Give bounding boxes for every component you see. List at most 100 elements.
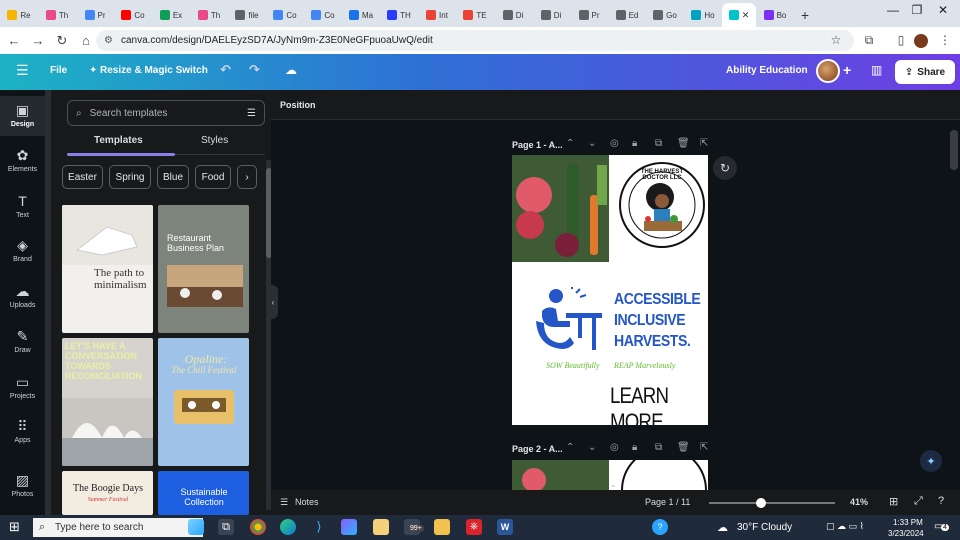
chip-food[interactable]: Food: [195, 165, 231, 189]
delete-page-icon[interactable]: 🗑︎: [677, 138, 690, 149]
browser-menu-icon[interactable]: ⋮: [936, 33, 954, 47]
pages-expand-icon[interactable]: ⌃: [610, 484, 617, 493]
taskbar-search-input[interactable]: ⌕ Type here to search: [33, 518, 203, 537]
new-tab-button[interactable]: +: [794, 3, 816, 27]
browser-tab[interactable]: Pr: [76, 3, 114, 27]
browser-tab[interactable]: Di: [494, 3, 532, 27]
browser-tab[interactable]: Ex: [152, 3, 190, 27]
redo-icon[interactable]: ↷: [249, 62, 260, 78]
chip-easter[interactable]: Easter: [62, 165, 103, 189]
site-info-icon[interactable]: ⚙: [104, 35, 113, 46]
page-down-icon[interactable]: ⌄: [588, 138, 596, 149]
browser-tab[interactable]: Co: [114, 3, 152, 27]
profile-avatar[interactable]: [914, 34, 928, 48]
page-2-title[interactable]: Page 2 - A...: [512, 444, 563, 454]
app-icon-purple[interactable]: [341, 519, 357, 535]
weather-text[interactable]: 30°F Cloudy: [737, 522, 792, 533]
browser-tab[interactable]: Th: [190, 3, 228, 27]
grid-view-icon[interactable]: ⊞: [889, 495, 898, 508]
help-app-icon[interactable]: ?: [652, 519, 668, 535]
zoom-slider-handle[interactable]: [755, 498, 766, 508]
rail-item-design[interactable]: ▣ Design: [0, 96, 45, 136]
avatar[interactable]: [816, 59, 840, 83]
chip-spring[interactable]: Spring: [109, 165, 151, 189]
rail-item-brand[interactable]: ◈ Brand: [0, 231, 45, 271]
browser-tab[interactable]: Pr: [570, 3, 608, 27]
tab-templates[interactable]: Templates: [94, 135, 143, 146]
notes-icon[interactable]: ☰: [280, 497, 288, 508]
page-2-down-icon[interactable]: ⌄: [588, 442, 596, 453]
hide-page-icon[interactable]: ◎: [610, 138, 619, 149]
resize-magic-switch-button[interactable]: Resize & Magic Switch: [100, 65, 208, 76]
page-2-delete-icon[interactable]: 🗑︎: [677, 442, 690, 453]
position-button[interactable]: Position: [280, 100, 316, 110]
help-icon[interactable]: ?: [938, 495, 944, 507]
zoom-percent[interactable]: 41%: [850, 497, 868, 507]
page-2-duplicate-icon[interactable]: ⧉: [655, 442, 662, 453]
rail-item-draw[interactable]: ✎ Draw: [0, 322, 45, 362]
main-menu-icon[interactable]: ☰: [16, 62, 29, 79]
browser-tab[interactable]: Bo: [756, 3, 794, 27]
tab-styles[interactable]: Styles: [201, 135, 228, 146]
browser-tab[interactable]: ✕: [722, 3, 756, 27]
browser-tab[interactable]: Ho: [684, 3, 722, 27]
window-close-icon[interactable]: ✕: [930, 3, 956, 17]
windows-start-icon[interactable]: ⊞: [9, 519, 20, 535]
app-icon-badge[interactable]: 99+: [404, 519, 424, 535]
template-restaurant[interactable]: Restaurant Business Plan: [158, 205, 249, 333]
url-field[interactable]: ⚙ canva.com/design/DAELEyzSD7A/JyNm9m-Z3…: [96, 30, 854, 51]
chrome-app-icon[interactable]: [250, 519, 266, 535]
browser-tab[interactable]: Th: [38, 3, 76, 27]
store-app-icon[interactable]: [373, 519, 389, 535]
page-2-add-icon[interactable]: ⇱: [700, 442, 708, 453]
rail-item-text[interactable]: T Text: [0, 187, 45, 227]
page-2-up-icon[interactable]: ⌃: [566, 442, 574, 453]
add-collaborator-button[interactable]: +: [843, 62, 851, 78]
task-view-icon[interactable]: ⧉: [218, 519, 234, 535]
page-1-canvas[interactable]: THE HARVEST DOCTOR LLC ACCESSIBLE INCLUS…: [512, 155, 708, 425]
browser-tab[interactable]: Co: [266, 3, 304, 27]
browser-tab[interactable]: file: [228, 3, 266, 27]
page-2-lock-icon[interactable]: 🔒︎: [632, 442, 637, 453]
browser-tab[interactable]: TH: [380, 3, 418, 27]
edge-app-icon[interactable]: [280, 519, 296, 535]
rail-item-uploads[interactable]: ☁ Uploads: [0, 277, 45, 317]
extensions-icon[interactable]: ⧉: [860, 33, 878, 48]
browser-tab[interactable]: TE: [456, 3, 494, 27]
forward-icon[interactable]: →: [26, 33, 50, 48]
rail-item-apps[interactable]: ⠿ Apps: [0, 412, 45, 452]
browser-tab[interactable]: Co: [304, 3, 342, 27]
tray-icons[interactable]: ▢ ☁ ▭ ⌇: [826, 521, 864, 532]
filter-icon[interactable]: ☰: [247, 108, 256, 119]
collapse-panel-handle[interactable]: ‹: [268, 285, 278, 319]
minimize-icon[interactable]: —: [880, 3, 906, 17]
duplicate-page-icon[interactable]: ⧉: [655, 138, 662, 149]
vscode-app-icon[interactable]: ⟩: [311, 519, 327, 535]
maximize-icon[interactable]: ❐: [904, 3, 930, 17]
copilot-icon[interactable]: [188, 519, 204, 535]
magic-sparkle-button[interactable]: ✦: [920, 450, 942, 472]
template-minimalism[interactable]: The path to minimalism: [62, 205, 153, 333]
taskbar-time[interactable]: 1:33 PM: [893, 518, 923, 527]
template-sustainable[interactable]: Sustainable Collection: [158, 471, 249, 515]
browser-tab[interactable]: Re: [0, 3, 38, 27]
bookmark-star-icon[interactable]: ☆: [827, 33, 845, 47]
taskbar-date[interactable]: 3/23/2024: [888, 529, 924, 538]
tab-close-icon[interactable]: ✕: [742, 10, 750, 21]
file-explorer-icon[interactable]: [434, 519, 450, 535]
share-button[interactable]: ⇪ Share: [895, 60, 955, 84]
file-menu[interactable]: File: [50, 65, 67, 76]
workspace-scrollbar[interactable]: [950, 130, 958, 170]
cloud-save-icon[interactable]: ☁: [285, 63, 297, 77]
insights-icon[interactable]: ▥: [871, 63, 882, 77]
home-icon[interactable]: ⌂: [74, 33, 98, 48]
browser-tab[interactable]: Int: [418, 3, 456, 27]
browser-tab[interactable]: Di: [532, 3, 570, 27]
reload-icon[interactable]: ↻: [50, 33, 74, 49]
search-templates-input[interactable]: ⌕ Search templates ☰: [67, 100, 265, 126]
chips-next-icon[interactable]: ›: [237, 165, 257, 189]
notes-button[interactable]: Notes: [295, 497, 319, 507]
fullscreen-icon[interactable]: ⤢: [914, 495, 923, 508]
lock-page-icon[interactable]: 🔒︎: [632, 138, 637, 149]
team-name[interactable]: Ability Education: [726, 65, 808, 76]
